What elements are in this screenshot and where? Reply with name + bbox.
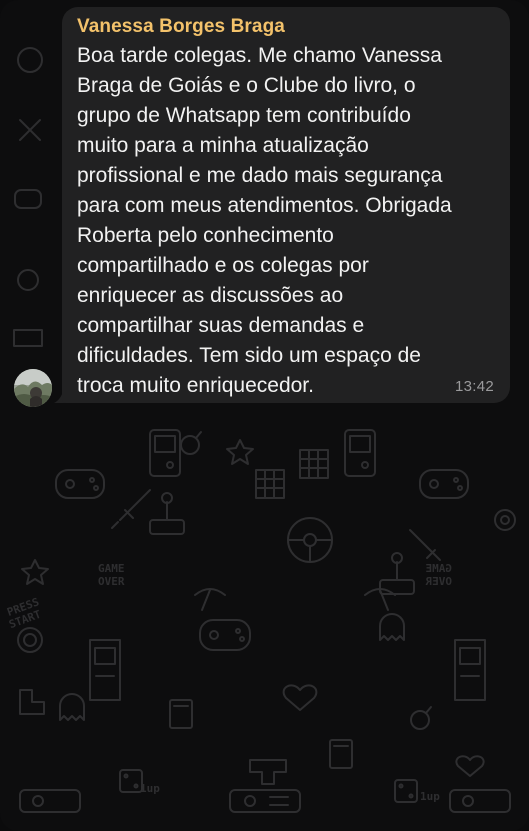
star-icon [21, 559, 49, 585]
pickaxe-icon [194, 588, 226, 611]
star-icon [226, 439, 254, 465]
arcade-cabinet-icon [89, 639, 121, 701]
dice-icon [394, 779, 418, 803]
joystick-icon [149, 492, 185, 535]
gamepad-icon [55, 469, 105, 499]
heart-icon [455, 755, 485, 777]
message-timestamp: 13:42 [454, 378, 494, 395]
handheld-console-icon [344, 429, 376, 477]
tetris-block-icon [19, 689, 45, 715]
cartridge-icon [169, 699, 193, 729]
cartridge-icon [329, 739, 353, 769]
ghost-icon [379, 613, 405, 641]
steering-wheel-icon [287, 517, 333, 563]
sender-name[interactable]: Vanessa Borges Braga [77, 15, 496, 39]
game-console-icon [449, 789, 511, 813]
avatar-photo-icon [14, 369, 52, 407]
pattern-text-1up: 1up [140, 782, 160, 795]
pickaxe-icon [364, 588, 396, 611]
tetris-block-icon [249, 759, 287, 785]
bomb-icon [410, 706, 432, 730]
handheld-console-icon [149, 429, 181, 477]
svg-text:OVER: OVER [98, 575, 125, 588]
target-icon [494, 509, 516, 531]
arcade-cabinet-icon [454, 639, 486, 701]
svg-text:OVER: OVER [425, 575, 452, 588]
puzzle-cube-icon [255, 469, 285, 499]
message-bubble[interactable]: Vanessa Borges Braga Boa tarde colegas. … [62, 7, 510, 403]
bomb-icon [180, 431, 202, 455]
pattern-text-game-over-mirrored: GAME [426, 562, 453, 575]
message-text: Boa tarde colegas. Me chamo Vanessa Brag… [77, 44, 452, 397]
sword-icon [111, 489, 151, 529]
puzzle-cube-icon [299, 449, 329, 479]
target-icon [17, 627, 43, 653]
joystick-icon [379, 552, 415, 595]
svg-text:1up: 1up [420, 790, 440, 803]
pattern-text-game-over: GAME [98, 562, 125, 575]
dice-icon [119, 769, 143, 793]
sender-avatar[interactable] [14, 369, 52, 407]
game-console-icon [19, 789, 81, 813]
ghost-icon [59, 693, 85, 721]
game-console-icon [229, 789, 301, 813]
gamepad-icon [199, 619, 251, 651]
sword-icon [409, 529, 441, 561]
gamepad-icon [419, 469, 469, 499]
heart-icon [282, 684, 318, 711]
